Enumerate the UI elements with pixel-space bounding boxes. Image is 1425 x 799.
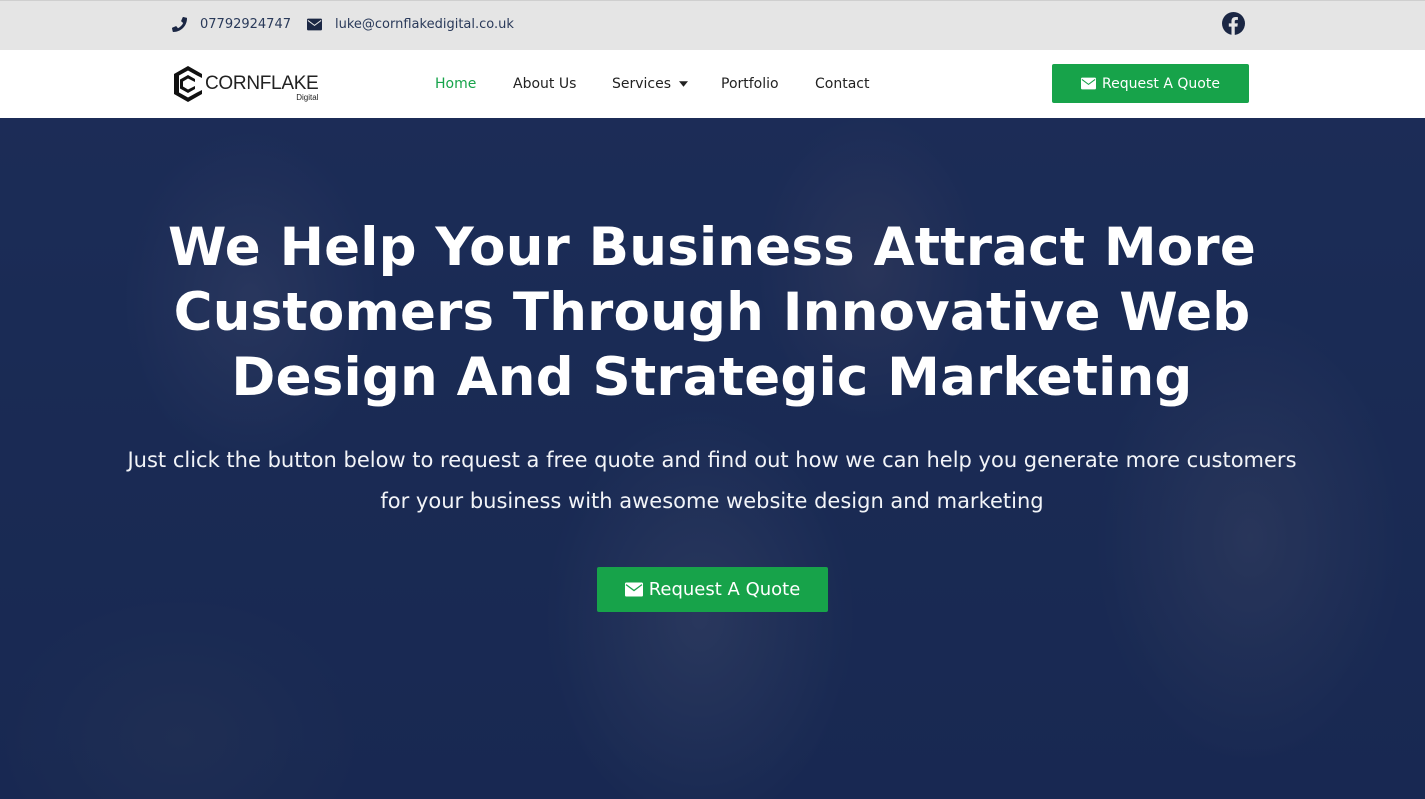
logo-wordmark: CORNFLAKE bbox=[205, 73, 319, 94]
email-address: luke@cornflakedigital.co.uk bbox=[335, 17, 514, 32]
request-quote-label: Request A Quote bbox=[1102, 75, 1220, 92]
logo-subtext: Digital bbox=[296, 93, 319, 102]
envelope-icon bbox=[624, 582, 643, 597]
nav-home[interactable]: Home bbox=[435, 50, 476, 118]
nav-contact[interactable]: Contact bbox=[815, 50, 869, 118]
request-quote-button-hero[interactable]: Request A Quote bbox=[597, 567, 828, 612]
nav-about-us[interactable]: About Us bbox=[513, 50, 576, 118]
caret-down-icon bbox=[679, 81, 689, 87]
cornflake-logo[interactable]: CORNFLAKE Digital bbox=[172, 64, 319, 104]
phone-icon bbox=[172, 17, 187, 32]
phone-contact[interactable]: 07792924747 bbox=[172, 17, 291, 32]
nav-services-label: Services bbox=[612, 76, 672, 92]
request-quote-button-header[interactable]: Request A Quote bbox=[1052, 64, 1249, 103]
phone-number: 07792924747 bbox=[200, 17, 291, 32]
nav-services[interactable]: Services bbox=[612, 50, 689, 118]
envelope-icon bbox=[307, 18, 322, 31]
main-header: CORNFLAKE Digital Home About Us Services… bbox=[0, 50, 1425, 118]
envelope-icon bbox=[1081, 77, 1097, 90]
hero-section: We Help Your Business Attract More Custo… bbox=[0, 118, 1425, 799]
top-contact-bar: 07792924747 luke@cornflakedigital.co.uk bbox=[0, 0, 1425, 50]
email-contact[interactable]: luke@cornflakedigital.co.uk bbox=[307, 17, 514, 32]
nav-portfolio[interactable]: Portfolio bbox=[721, 50, 779, 118]
hero-subtitle: Just click the button below to request a… bbox=[127, 448, 1297, 513]
facebook-icon[interactable] bbox=[1222, 12, 1245, 35]
logo-c-mark-icon bbox=[174, 66, 202, 102]
logo-text: CORNFLAKE Digital bbox=[205, 73, 319, 103]
request-quote-label: Request A Quote bbox=[648, 579, 801, 600]
hero-title: We Help Your Business Attract More Custo… bbox=[168, 217, 1256, 408]
